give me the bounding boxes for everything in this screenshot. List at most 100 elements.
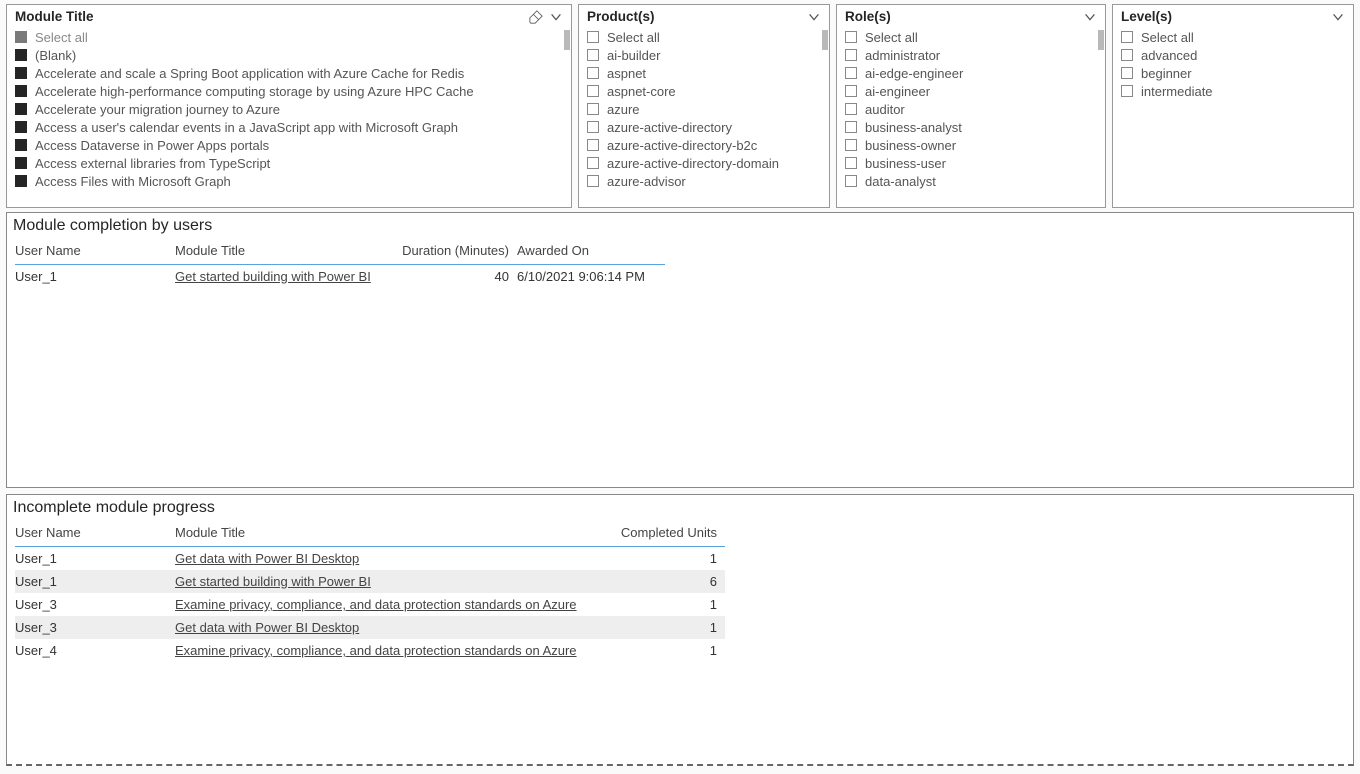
checkbox-icon[interactable] [15, 157, 27, 169]
filter-item[interactable]: aspnet [579, 64, 821, 82]
module-link[interactable]: Examine privacy, compliance, and data pr… [175, 643, 577, 658]
filter-item[interactable]: Accelerate high-performance computing st… [7, 82, 563, 100]
cell-duration: 40 [397, 265, 517, 289]
filter-list-levels[interactable]: Select alladvancedbeginnerintermediate [1113, 28, 1353, 207]
checkbox-icon[interactable] [15, 49, 27, 61]
filter-item[interactable]: intermediate [1113, 82, 1345, 100]
module-link[interactable]: Get started building with Power BI [175, 269, 371, 284]
col-header-user[interactable]: User Name [15, 239, 175, 265]
checkbox-icon[interactable] [845, 103, 857, 115]
checkbox-icon[interactable] [587, 85, 599, 97]
checkbox-icon[interactable] [587, 175, 599, 187]
chevron-down-icon[interactable] [807, 10, 821, 24]
module-link[interactable]: Get started building with Power BI [175, 574, 371, 589]
checkbox-icon[interactable] [845, 67, 857, 79]
filter-item[interactable]: auditor [837, 100, 1097, 118]
cell-module[interactable]: Get data with Power BI Desktop [175, 616, 617, 639]
filter-item[interactable]: aspnet-core [579, 82, 821, 100]
checkbox-icon[interactable] [845, 31, 857, 43]
checkbox-icon[interactable] [845, 157, 857, 169]
checkbox-icon[interactable] [845, 49, 857, 61]
table-row[interactable]: User_3Examine privacy, compliance, and d… [15, 593, 725, 616]
filter-item[interactable]: administrator [837, 46, 1097, 64]
filter-item[interactable]: azure [579, 100, 821, 118]
filter-list-module[interactable]: Select all(Blank)Accelerate and scale a … [7, 28, 571, 207]
checkbox-icon[interactable] [845, 175, 857, 187]
filter-list-products[interactable]: Select allai-builderaspnetaspnet-coreazu… [579, 28, 829, 207]
filter-item[interactable]: Access external libraries from TypeScrip… [7, 154, 563, 172]
checkbox-icon[interactable] [1121, 67, 1133, 79]
col-header-completed-units[interactable]: Completed Units [617, 521, 725, 547]
filter-item[interactable]: Select all [579, 28, 821, 46]
filter-item[interactable]: Access Dataverse in Power Apps portals [7, 136, 563, 154]
col-header-user[interactable]: User Name [15, 521, 175, 547]
col-header-duration[interactable]: Duration (Minutes) [397, 239, 517, 265]
module-link[interactable]: Get data with Power BI Desktop [175, 551, 359, 566]
checkbox-icon[interactable] [587, 49, 599, 61]
filter-item[interactable]: (Blank) [7, 46, 563, 64]
filter-item[interactable]: beginner [1113, 64, 1345, 82]
checkbox-icon[interactable] [845, 121, 857, 133]
checkbox-icon[interactable] [15, 67, 27, 79]
checkbox-icon[interactable] [587, 103, 599, 115]
cell-module[interactable]: Examine privacy, compliance, and data pr… [175, 593, 617, 616]
checkbox-icon[interactable] [587, 31, 599, 43]
checkbox-icon[interactable] [15, 85, 27, 97]
filter-item[interactable]: business-user [837, 154, 1097, 172]
table-row[interactable]: User_1Get started building with Power BI… [15, 265, 665, 289]
filter-item[interactable]: azure-advisor [579, 172, 821, 190]
filter-item[interactable]: Select all [837, 28, 1097, 46]
scrollbar-thumb[interactable] [822, 30, 828, 50]
checkbox-icon[interactable] [1121, 85, 1133, 97]
filter-item[interactable]: data-analyst [837, 172, 1097, 190]
filter-item[interactable]: Accelerate and scale a Spring Boot appli… [7, 64, 563, 82]
table-row[interactable]: User_4Examine privacy, compliance, and d… [15, 639, 725, 662]
scrollbar-thumb[interactable] [564, 30, 570, 50]
filter-item[interactable]: business-analyst [837, 118, 1097, 136]
filter-item[interactable]: Select all [7, 28, 563, 46]
col-header-module[interactable]: Module Title [175, 239, 397, 265]
checkbox-icon[interactable] [845, 139, 857, 151]
filter-item[interactable]: Accelerate your migration journey to Azu… [7, 100, 563, 118]
cell-module[interactable]: Get started building with Power BI [175, 265, 397, 289]
module-link[interactable]: Examine privacy, compliance, and data pr… [175, 597, 577, 612]
filter-list-roles[interactable]: Select alladministratorai-edge-engineera… [837, 28, 1105, 207]
checkbox-icon[interactable] [15, 103, 27, 115]
filter-item[interactable]: business-owner [837, 136, 1097, 154]
cell-module[interactable]: Get started building with Power BI [175, 570, 617, 593]
filter-item[interactable]: azure-active-directory [579, 118, 821, 136]
filter-item[interactable]: azure-active-directory-b2c [579, 136, 821, 154]
eraser-icon[interactable] [529, 10, 543, 24]
table-row[interactable]: User_1Get data with Power BI Desktop1 [15, 547, 725, 571]
col-header-awarded[interactable]: Awarded On [517, 239, 665, 265]
checkbox-icon[interactable] [15, 175, 27, 187]
filter-item[interactable]: ai-edge-engineer [837, 64, 1097, 82]
scrollbar-thumb[interactable] [1098, 30, 1104, 50]
filter-item[interactable]: Access a user's calendar events in a Jav… [7, 118, 563, 136]
checkbox-icon[interactable] [587, 67, 599, 79]
chevron-down-icon[interactable] [1083, 10, 1097, 24]
col-header-module[interactable]: Module Title [175, 521, 617, 547]
checkbox-icon[interactable] [15, 31, 27, 43]
checkbox-icon[interactable] [1121, 49, 1133, 61]
checkbox-icon[interactable] [587, 139, 599, 151]
checkbox-icon[interactable] [15, 139, 27, 151]
filter-item[interactable]: azure-active-directory-domain [579, 154, 821, 172]
filter-item[interactable]: ai-builder [579, 46, 821, 64]
module-link[interactable]: Get data with Power BI Desktop [175, 620, 359, 635]
checkbox-icon[interactable] [15, 121, 27, 133]
filter-item[interactable]: advanced [1113, 46, 1345, 64]
filter-item[interactable]: Access Files with Microsoft Graph [7, 172, 563, 190]
checkbox-icon[interactable] [587, 121, 599, 133]
checkbox-icon[interactable] [587, 157, 599, 169]
table-row[interactable]: User_1Get started building with Power BI… [15, 570, 725, 593]
cell-module[interactable]: Examine privacy, compliance, and data pr… [175, 639, 617, 662]
cell-module[interactable]: Get data with Power BI Desktop [175, 547, 617, 571]
checkbox-icon[interactable] [845, 85, 857, 97]
chevron-down-icon[interactable] [1331, 10, 1345, 24]
filter-item[interactable]: ai-engineer [837, 82, 1097, 100]
chevron-down-icon[interactable] [549, 10, 563, 24]
filter-item[interactable]: Select all [1113, 28, 1345, 46]
table-row[interactable]: User_3Get data with Power BI Desktop1 [15, 616, 725, 639]
checkbox-icon[interactable] [1121, 31, 1133, 43]
